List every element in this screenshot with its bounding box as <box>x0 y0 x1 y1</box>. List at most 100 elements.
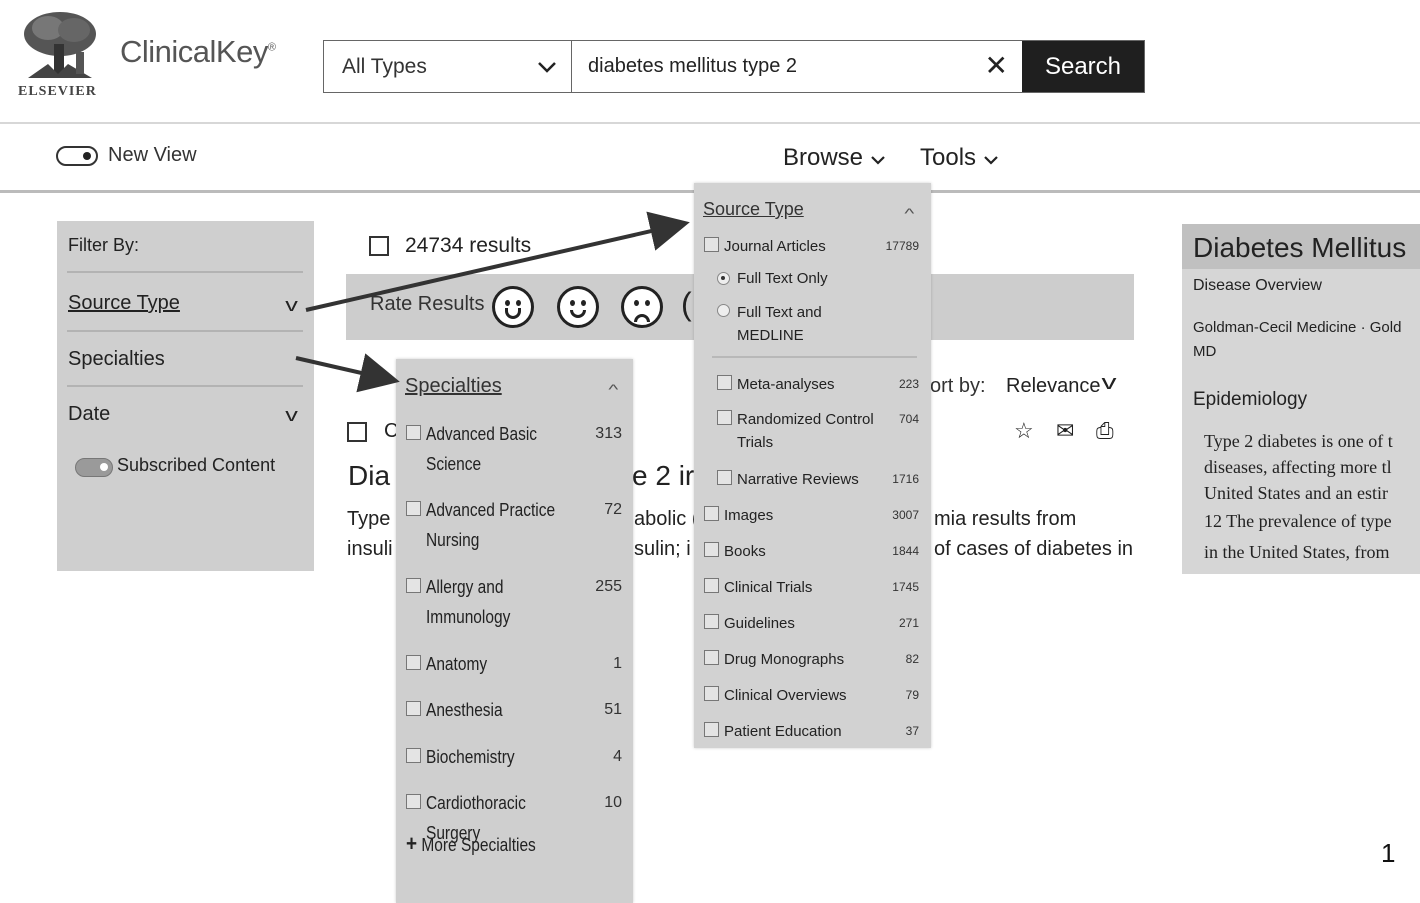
topic-source: Goldman-Cecil Medicine · Gold <box>1193 319 1402 336</box>
filter-divider <box>67 330 303 332</box>
source-label: Drug Monographs <box>724 651 845 668</box>
rate-results-label: Rate Results <box>370 293 485 315</box>
source-checkbox[interactable] <box>717 470 732 485</box>
full-text-medline-radio[interactable] <box>717 304 730 317</box>
email-icon[interactable]: ✉ <box>1056 418 1074 444</box>
chevron-up-icon[interactable]: ^ <box>904 205 914 221</box>
browse-label: Browse <box>783 144 864 171</box>
type-select-value: All Types <box>342 54 427 78</box>
specialty-label: Anesthesia <box>426 700 503 720</box>
search-input-value: diabetes mellitus type 2 <box>588 55 798 77</box>
more-specialties-link[interactable]: + More Specialties <box>406 831 536 857</box>
search-bar: All Types diabetes mellitus type 2 ✕ Sea… <box>323 40 1145 93</box>
more-specialties-label: More Specialties <box>421 835 536 855</box>
source-count: 37 <box>905 724 919 738</box>
new-view-toggle[interactable] <box>56 146 98 166</box>
source-count: 82 <box>905 652 919 666</box>
specialty-checkbox[interactable] <box>406 425 421 440</box>
specialty-count: 1 <box>613 655 622 672</box>
star-icon[interactable]: ☆ <box>1014 418 1034 444</box>
result-snippet: sulin; i <box>634 538 691 560</box>
source-count: 704 <box>898 412 919 426</box>
specialty-label: Anatomy <box>426 654 488 674</box>
specialty-checkbox[interactable] <box>406 748 421 763</box>
source-checkbox[interactable] <box>704 237 719 252</box>
topic-title[interactable]: Diabetes Mellitus <box>1193 232 1406 264</box>
source-count: 3007 <box>892 508 919 522</box>
browse-menu[interactable]: Browse <box>783 144 886 172</box>
specialty-count: 4 <box>613 748 622 765</box>
full-text-only-radio[interactable] <box>717 272 730 285</box>
specialties-title[interactable]: Specialties <box>405 375 502 398</box>
result-checkbox[interactable] <box>347 422 367 442</box>
topic-text-line: diseases, affecting more tl <box>1204 457 1392 477</box>
face-icon-partial[interactable]: ( <box>681 286 692 323</box>
slide-number: 1 <box>1381 838 1396 868</box>
filter-divider <box>67 271 303 273</box>
source-checkbox[interactable] <box>704 578 719 593</box>
filter-source-type[interactable]: Source Type <box>68 292 180 315</box>
source-checkbox[interactable] <box>704 542 719 557</box>
chevron-down-icon <box>870 156 885 165</box>
result-snippet: abolic ( <box>634 508 699 530</box>
tools-label: Tools <box>920 144 977 171</box>
filter-specialties[interactable]: Specialties <box>68 348 165 371</box>
source-checkbox[interactable] <box>717 410 732 425</box>
sort-select[interactable]: Relevance <box>1006 375 1101 398</box>
result-title-continued[interactable]: e 2 ir <box>632 460 694 492</box>
topic-source-author: MD <box>1193 343 1217 360</box>
radio-label: Full Text and MEDLINE <box>737 304 822 344</box>
source-checkbox[interactable] <box>704 722 719 737</box>
search-input[interactable]: diabetes mellitus type 2 ✕ <box>572 41 1022 92</box>
source-count: 223 <box>898 377 919 391</box>
result-title[interactable]: Dia <box>348 460 390 492</box>
specialty-checkbox[interactable] <box>406 501 421 516</box>
source-label: Journal Articles <box>724 238 826 255</box>
specialty-checkbox[interactable] <box>406 578 421 593</box>
chevron-down-icon[interactable]: v <box>1102 372 1117 395</box>
specialty-checkbox[interactable] <box>406 701 421 716</box>
chevron-up-icon[interactable]: ^ <box>608 381 618 397</box>
topic-text-line: United States and an estir <box>1204 483 1388 503</box>
source-checkbox[interactable] <box>717 375 732 390</box>
radio-label: Full Text Only <box>737 270 828 287</box>
source-checkbox[interactable] <box>704 650 719 665</box>
source-checkbox[interactable] <box>704 506 719 521</box>
specialty-checkbox[interactable] <box>406 794 421 809</box>
print-icon[interactable]: ⎙ <box>1096 418 1114 444</box>
filter-date[interactable]: Date <box>68 403 110 426</box>
chevron-down-icon[interactable]: v <box>285 295 298 316</box>
source-type-title[interactable]: Source Type <box>703 199 804 220</box>
clear-search-icon[interactable]: ✕ <box>985 51 1008 81</box>
source-checkbox[interactable] <box>704 686 719 701</box>
specialty-count: 51 <box>604 701 622 718</box>
subscribed-content-toggle[interactable] <box>75 458 113 477</box>
source-type-dropdown: Source Type ^ Journal Articles 17789 Ful… <box>694 183 931 748</box>
search-button[interactable]: Search <box>1022 41 1144 92</box>
specialty-label: Biochemistry <box>426 747 515 767</box>
select-all-checkbox[interactable] <box>369 236 389 256</box>
elsevier-tree-logo-icon <box>18 8 102 80</box>
source-count: 1716 <box>892 472 919 486</box>
specialty-count: 72 <box>604 501 622 518</box>
source-checkbox[interactable] <box>704 614 719 629</box>
clinicalkey-brand[interactable]: ClinicalKey® <box>120 34 276 70</box>
chevron-down-icon[interactable]: v <box>285 405 298 426</box>
happy-face-icon[interactable] <box>557 286 599 328</box>
header-divider <box>0 122 1420 124</box>
result-snippet: mia results from <box>934 508 1077 530</box>
topic-overview-panel: Diabetes Mellitus Disease Overview Goldm… <box>1182 224 1420 574</box>
source-label: Narrative Reviews <box>737 471 859 488</box>
source-count: 79 <box>905 688 919 702</box>
specialty-label: Advanced Practice Nursing <box>426 500 556 550</box>
tools-menu[interactable]: Tools <box>920 144 999 172</box>
result-snippet: Type <box>347 508 391 530</box>
very-happy-face-icon[interactable] <box>492 286 534 328</box>
content-type-select[interactable]: All Types <box>324 41 572 92</box>
sad-face-icon[interactable] <box>621 286 663 328</box>
subscribed-content-label: Subscribed Content <box>117 455 276 475</box>
filter-heading: Filter By: <box>68 235 140 255</box>
specialty-checkbox[interactable] <box>406 655 421 670</box>
source-label: Books <box>724 543 766 560</box>
chevron-down-icon <box>538 61 556 73</box>
